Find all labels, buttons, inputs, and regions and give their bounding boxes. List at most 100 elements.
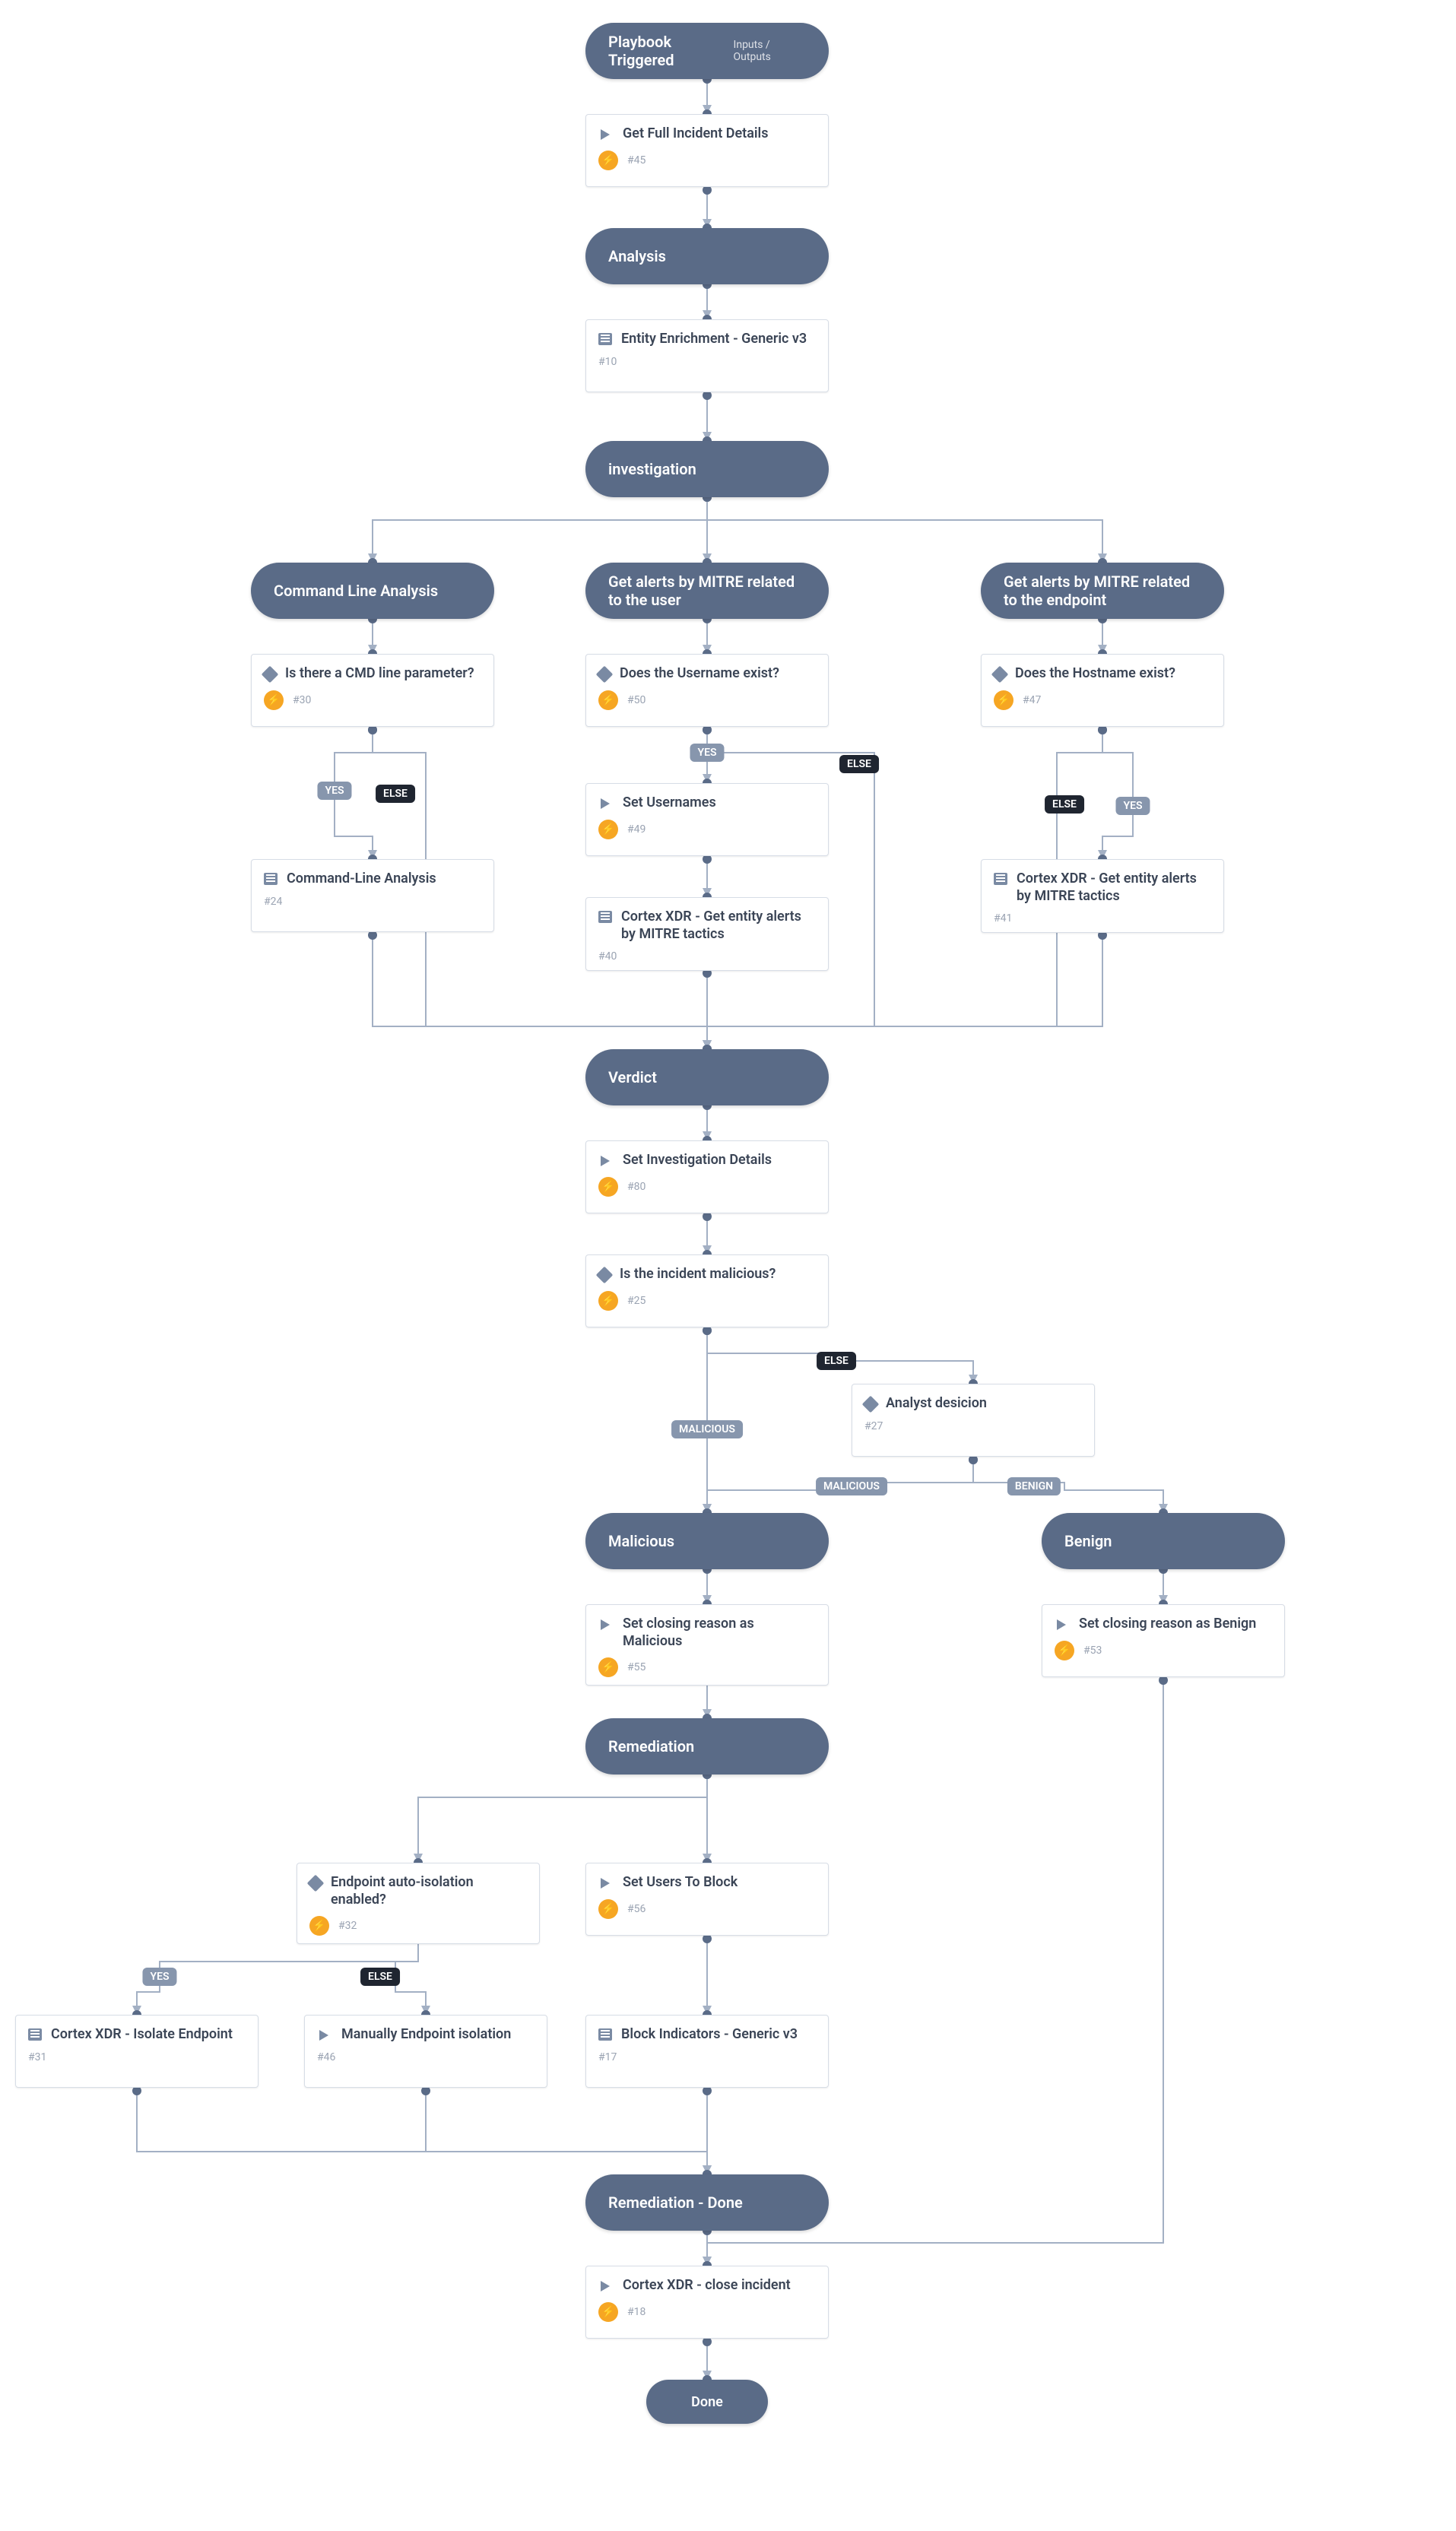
automation-bolt-icon <box>598 151 618 170</box>
section-title: Malicious <box>608 1532 674 1550</box>
section-header[interactable]: Get alerts by MITRE related to the user <box>585 563 829 619</box>
section-header[interactable]: Analysis <box>585 228 829 284</box>
task-node[interactable]: Does the Hostname exist? #47 <box>981 654 1224 727</box>
task-title: Is there a CMD line parameter? <box>285 665 481 683</box>
task-arrow-icon <box>598 2279 614 2294</box>
playbook-icon <box>598 911 612 923</box>
section-header[interactable]: Get alerts by MITRE related to the endpo… <box>981 563 1224 619</box>
task-node[interactable]: Is there a CMD line parameter? #30 <box>251 654 494 727</box>
task-title: Set Usernames <box>623 795 816 812</box>
task-node[interactable]: Cortex XDR - Isolate Endpoint#31 <box>15 2015 259 2088</box>
edge-condition-label: ELSE <box>817 1352 856 1370</box>
section-header[interactable]: Done <box>646 2380 768 2424</box>
section-title: Command Line Analysis <box>274 582 438 600</box>
playbook-flow-canvas: Playbook TriggeredInputs / Outputs Get Fu… <box>0 0 1456 2531</box>
edge-condition-label: MALICIOUS <box>816 1477 887 1495</box>
task-node[interactable]: Set Users To Block #56 <box>585 1863 829 1936</box>
task-id: #50 <box>627 694 646 706</box>
section-header[interactable]: investigation <box>585 441 829 497</box>
section-title: Playbook Triggered <box>608 33 734 69</box>
task-title: Cortex XDR - Get entity alerts by MITRE … <box>621 909 816 943</box>
task-title: Does the Username exist? <box>620 665 816 683</box>
section-header[interactable]: Verdict <box>585 1049 829 1105</box>
task-node[interactable]: Cortex XDR - Get entity alerts by MITRE … <box>585 897 829 971</box>
automation-bolt-icon <box>598 1899 618 1919</box>
edge-condition-label: ELSE <box>376 785 415 803</box>
playbook-icon <box>264 873 278 885</box>
section-header[interactable]: Malicious <box>585 1513 829 1569</box>
task-node[interactable]: Cortex XDR - Get entity alerts by MITRE … <box>981 859 1224 933</box>
task-id: #30 <box>293 694 311 706</box>
task-node[interactable]: Set closing reason as Benign#53 <box>1042 1604 1285 1677</box>
task-title: Cortex XDR - Get entity alerts by MITRE … <box>1017 871 1211 905</box>
task-arrow-icon <box>598 1617 614 1632</box>
edge-condition-label: ELSE <box>360 1968 400 1986</box>
playbook-icon <box>28 2028 42 2041</box>
task-title: Command-Line Analysis <box>287 871 481 888</box>
inputs-outputs-link[interactable]: Inputs / Outputs <box>734 39 806 63</box>
condition-icon <box>991 666 1009 683</box>
edge-condition-label: YES <box>690 744 724 762</box>
task-id: #10 <box>598 356 617 368</box>
task-id: #80 <box>627 1181 646 1193</box>
automation-bolt-icon <box>994 690 1013 710</box>
task-id: #56 <box>627 1903 646 1915</box>
condition-icon <box>262 666 279 683</box>
section-header[interactable]: Command Line Analysis <box>251 563 494 619</box>
task-id: #25 <box>627 1295 646 1307</box>
section-title: Verdict <box>608 1068 657 1086</box>
section-header[interactable]: Remediation <box>585 1718 829 1775</box>
task-arrow-icon <box>1055 1617 1070 1632</box>
automation-bolt-icon <box>309 1916 329 1936</box>
section-title: Done <box>691 2394 723 2410</box>
edge-condition-label: YES <box>142 1968 176 1986</box>
task-id: #55 <box>627 1661 646 1673</box>
playbook-icon <box>598 333 612 345</box>
task-id: #47 <box>1023 694 1041 706</box>
task-node[interactable]: Block Indicators - Generic v3#17 <box>585 2015 829 2088</box>
task-node[interactable]: Set closing reason as Malicious #55 <box>585 1604 829 1686</box>
task-arrow-icon <box>598 127 614 142</box>
task-arrow-icon <box>598 796 614 811</box>
automation-bolt-icon <box>598 2302 618 2322</box>
task-title: Set Investigation Details <box>623 1152 816 1169</box>
task-title: Manually Endpoint isolation <box>341 2026 535 2044</box>
section-header[interactable]: Remediation - Done <box>585 2174 829 2231</box>
task-node[interactable]: Does the Username exist? #50 <box>585 654 829 727</box>
automation-bolt-icon <box>598 820 618 839</box>
automation-bolt-icon <box>1055 1641 1074 1660</box>
task-node[interactable]: Set Investigation Details #80 <box>585 1140 829 1213</box>
task-title: Set closing reason as Malicious <box>623 1616 816 1650</box>
task-arrow-icon <box>598 1876 614 1891</box>
task-title: Set Users To Block <box>623 1874 816 1892</box>
task-node[interactable]: Entity Enrichment - Generic v3 #10 <box>585 319 829 392</box>
task-title: Entity Enrichment - Generic v3 <box>621 331 816 348</box>
task-node[interactable]: Analyst desicion#27 <box>852 1384 1095 1457</box>
edge-condition-label: ELSE <box>1045 795 1084 814</box>
task-id: #40 <box>598 950 617 963</box>
task-node[interactable]: Command-Line Analysis#24 <box>251 859 494 932</box>
section-header[interactable]: Benign <box>1042 1513 1285 1569</box>
task-node[interactable]: Endpoint auto-isolation enabled?#32 <box>297 1863 540 1944</box>
task-node[interactable]: Manually Endpoint isolation#46 <box>304 2015 547 2088</box>
condition-icon <box>596 1267 614 1284</box>
condition-icon <box>862 1396 880 1413</box>
section-header[interactable]: Playbook TriggeredInputs / Outputs <box>585 23 829 79</box>
automation-bolt-icon <box>598 1291 618 1311</box>
section-title: Remediation - Done <box>608 2193 743 2212</box>
condition-icon <box>596 666 614 683</box>
task-node[interactable]: Set Usernames#49 <box>585 783 829 856</box>
task-node[interactable]: Is the incident malicious?#25 <box>585 1254 829 1327</box>
section-title: Analysis <box>608 247 666 265</box>
task-node[interactable]: Get Full Incident Details#45 <box>585 114 829 187</box>
task-title: Does the Hostname exist? <box>1015 665 1211 683</box>
task-id: #32 <box>338 1920 357 1932</box>
edge-condition-label: BENIGN <box>1007 1477 1061 1495</box>
automation-bolt-icon <box>598 690 618 710</box>
task-id: #53 <box>1083 1645 1102 1657</box>
task-node[interactable]: Cortex XDR - close incident#18 <box>585 2266 829 2339</box>
task-title: Get Full Incident Details <box>623 125 816 143</box>
section-title: investigation <box>608 460 696 478</box>
task-title: Cortex XDR - Isolate Endpoint <box>51 2026 246 2044</box>
section-title: Get alerts by MITRE related to the user <box>608 572 806 609</box>
